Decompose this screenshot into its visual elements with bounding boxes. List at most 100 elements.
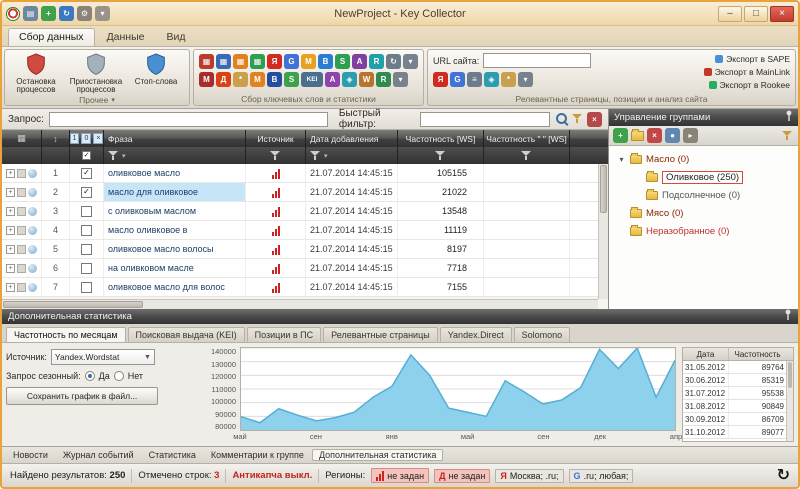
mini-table-row[interactable]: 30.09.201286709 [683,413,793,426]
magadan-icon[interactable]: М [199,72,214,87]
direct-stat-icon[interactable]: ▦ [216,54,231,69]
row-checkbox[interactable] [70,259,104,277]
column-row-number[interactable]: ↕ [42,130,70,147]
filter-date-cell[interactable]: ▾ [306,147,398,164]
search-icon[interactable] [555,112,569,126]
qat-menu-icon[interactable]: ▾ [95,6,110,21]
source-select[interactable]: Yandex.Wordstat▼ [51,349,155,365]
bing-icon[interactable]: B [318,54,333,69]
webmaster-icon[interactable]: W [359,72,374,87]
grid-corner-button[interactable]: ▦ [2,130,42,147]
bottom-tab[interactable]: Новости [6,449,55,461]
app-icon[interactable] [6,7,20,21]
group-label-relevant[interactable]: Релевантные страницы, позиции и анализ с… [429,93,794,104]
table-row[interactable]: +1✓оливковое масло21.07.2014 14:45:15105… [2,164,608,183]
note-icon[interactable] [17,226,26,235]
update-sources-icon[interactable]: ↻ [386,54,401,69]
group-label-other[interactable]: Прочее▾ [6,95,188,105]
rookee-icon[interactable]: R [369,54,384,69]
expand-icon[interactable]: + [6,188,15,197]
settings-icon[interactable]: ⚙ [77,6,92,21]
row-checkbox[interactable] [70,278,104,296]
expand-icon[interactable]: + [6,264,15,273]
tree-expand-icon[interactable]: ▾ [617,155,626,164]
hint-icon[interactable] [28,245,37,254]
table-row[interactable]: +3с оливковым маслом21.07.2014 14:45:151… [2,202,608,221]
invert-check-icon[interactable]: × [93,133,103,144]
region-badge[interactable]: ЯМосква; .ru; [495,469,563,483]
mailru-icon[interactable]: M [301,54,316,69]
check-all-icon[interactable]: 1 [70,133,79,144]
table-row[interactable]: +6на оливковом масле21.07.2014 14:45:157… [2,259,608,278]
pin-icon[interactable] [784,309,792,324]
tree-item[interactable]: Оливковое (250) [609,168,798,186]
compass-icon[interactable]: ◈ [342,72,357,87]
group-label-collect[interactable]: Сбор ключевых слов и статистики [195,93,422,104]
note-icon[interactable] [17,264,26,273]
filter-ws2-cell[interactable] [484,147,570,164]
region-badge[interactable]: не задан [371,468,429,483]
seo-icon[interactable]: S [335,54,350,69]
kei-icon[interactable]: KEI [301,72,323,87]
table-row[interactable]: +7оливковое масло для волос21.07.2014 14… [2,278,608,297]
mini-column-date[interactable]: Дата [683,348,729,360]
filter-source-cell[interactable] [246,147,306,164]
table-row[interactable]: +2✓масло для оливковое21.07.2014 14:45:1… [2,183,608,202]
hint-icon[interactable]: ● [665,128,680,143]
rambler-stat-icon[interactable]: ▦ [233,54,248,69]
clear-filter-icon[interactable]: × [587,112,602,127]
pause-processes-button[interactable]: Приостановка процессов [66,51,126,95]
stats-tab[interactable]: Частотность по месяцам [6,327,126,342]
bottom-tab[interactable]: Комментарии к группе [204,449,311,461]
delete-group-icon[interactable]: × [647,128,662,143]
column-phrase[interactable]: Фраза [104,130,246,147]
phrase-cell[interactable]: масло оливковое в [104,221,246,239]
more-sources-icon[interactable]: ▾ [403,54,418,69]
anticaptcha-status[interactable]: Антикапча выкл. [232,470,312,481]
phrase-cell[interactable]: оливковое масло для волос [104,278,246,296]
hint-icon[interactable] [28,188,37,197]
wordstat-stat-icon[interactable]: ▦ [199,54,214,69]
table-row[interactable]: +5оливковое масло волосы21.07.2014 14:45… [2,240,608,259]
metrika-icon[interactable]: M [250,72,265,87]
mini-scrollbar[interactable] [786,361,793,441]
row-checkbox[interactable] [70,240,104,258]
horizontal-scrollbar[interactable] [2,299,598,309]
scrollbar-thumb[interactable] [3,301,143,308]
phrase-cell[interactable]: оливковое масло [104,164,246,182]
column-ws-frequency[interactable]: Частотность [WS] [398,130,484,147]
expand-icon[interactable]: + [6,207,15,216]
expand-icon[interactable]: + [6,245,15,254]
row-checkbox[interactable]: ✓ [70,183,104,201]
mini-table-row[interactable]: 31.08.201290849 [683,400,793,413]
bottom-tab[interactable]: Дополнительная статистика [312,449,443,461]
filter-check-cell[interactable]: ✓ [70,147,104,164]
stop-processes-button[interactable]: Остановка процессов [6,51,66,95]
mini-column-frequency[interactable]: Частотность [729,348,793,360]
refresh-project-icon[interactable]: ↻ [59,6,74,21]
stats-tab[interactable]: Позиции в ПС [247,327,322,342]
phrase-cell[interactable]: с оливковым маслом [104,202,246,220]
maximize-button[interactable]: □ [744,6,768,22]
row-checkbox[interactable] [70,221,104,239]
stats-tab[interactable]: Yandex.Direct [440,327,512,342]
mini-table-row[interactable]: 31.05.201289764 [683,361,793,374]
stats-tab[interactable]: Релевантные страницы [323,327,438,342]
more-stats-icon[interactable]: ▾ [393,72,408,87]
phrase-cell[interactable]: на оливковом масле [104,259,246,277]
analyze-icon[interactable]: ◈ [484,72,499,87]
note-icon[interactable] [17,283,26,292]
ribbon-tab[interactable]: Данные [97,29,155,46]
mini-table-row[interactable]: 30.06.201285319 [683,374,793,387]
tree-item[interactable]: Мясо (0) [609,204,798,222]
liveinternet-stat-icon[interactable]: ▦ [250,54,265,69]
list-icon[interactable]: ≡ [467,72,482,87]
save-chart-button[interactable]: Сохранить график в файл... [6,387,158,405]
stats-tab[interactable]: Поисковая выдача (KEI) [128,327,245,342]
move-group-icon[interactable]: ▸ [683,128,698,143]
note-icon[interactable] [17,207,26,216]
column-source[interactable]: Источник [246,130,306,147]
note-icon[interactable] [17,245,26,254]
hint-icon[interactable] [28,283,37,292]
uncheck-all-icon[interactable]: 0 [81,133,91,144]
